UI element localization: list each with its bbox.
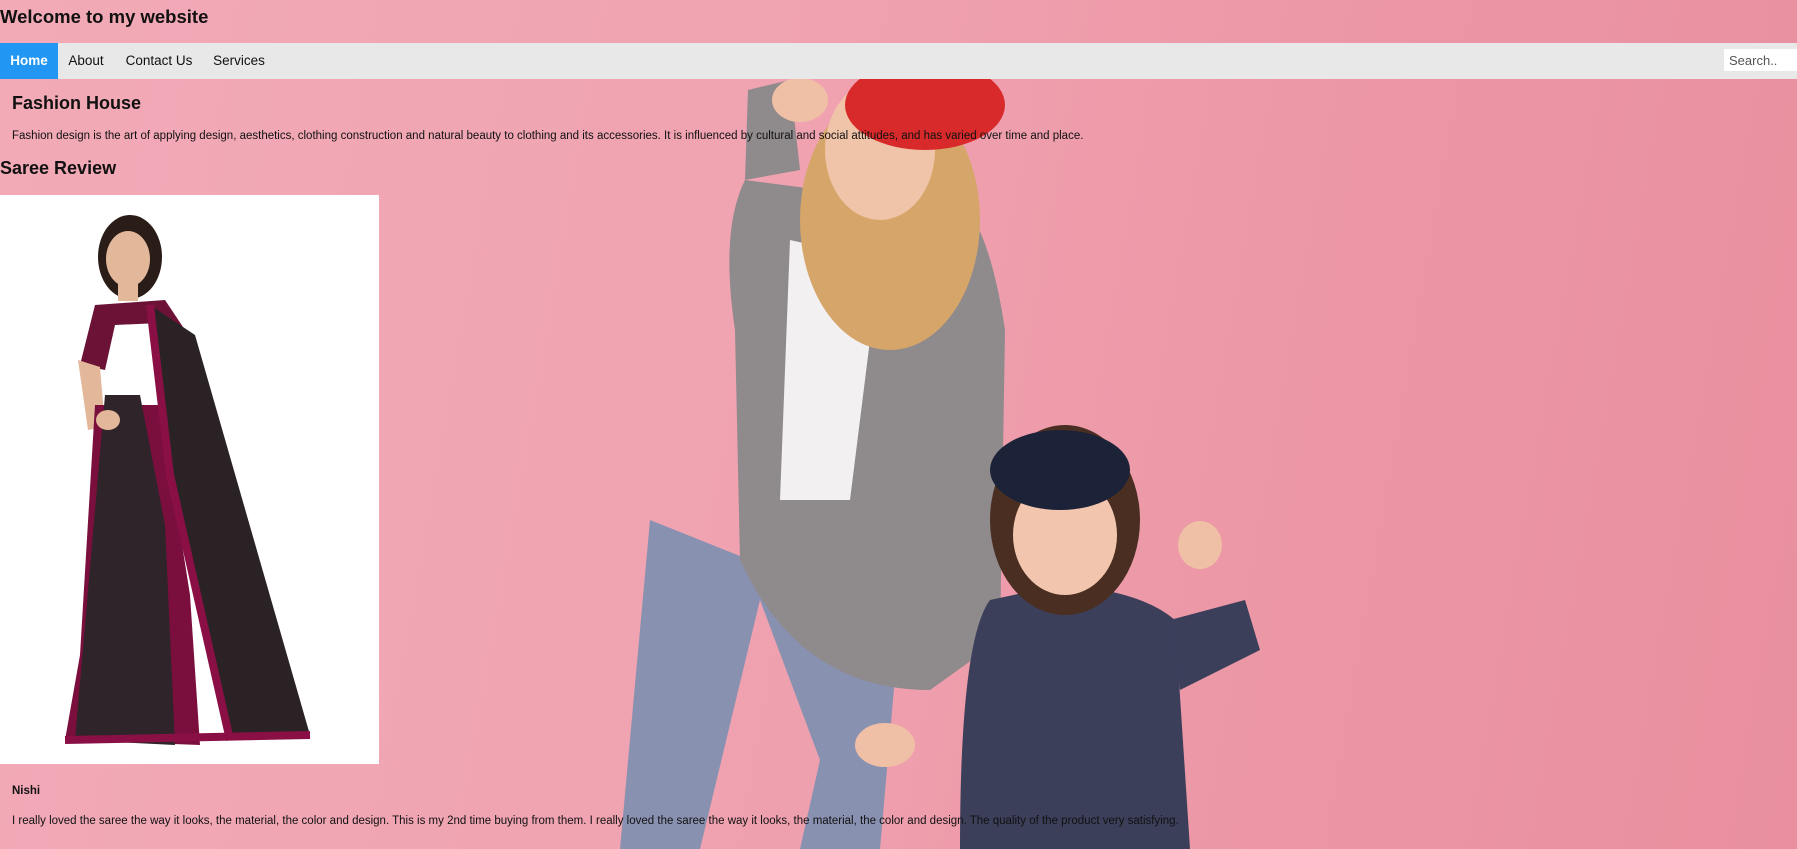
nav-contact-us[interactable]: Contact Us: [114, 43, 204, 79]
woman-figure: [620, 60, 1005, 849]
review-section-title: Saree Review: [0, 158, 117, 178]
site-title: Welcome to my website: [0, 6, 209, 27]
nav-about[interactable]: About: [58, 43, 114, 79]
nav-services[interactable]: Services: [204, 43, 274, 79]
child-figure: [855, 425, 1260, 849]
product-image-card: [0, 195, 379, 764]
intro-title: Fashion House: [12, 93, 142, 113]
reviewer-name: Nishi: [12, 785, 41, 797]
search-input[interactable]: [1724, 49, 1797, 71]
intro-text: Fashion design is the art of applying de…: [12, 130, 1084, 142]
saree-image: [64, 215, 311, 745]
review-text: I really loved the saree the way it look…: [12, 815, 1179, 827]
top-navigation: Home About Contact Us Services: [0, 43, 1797, 79]
nav-home[interactable]: Home: [0, 43, 58, 79]
